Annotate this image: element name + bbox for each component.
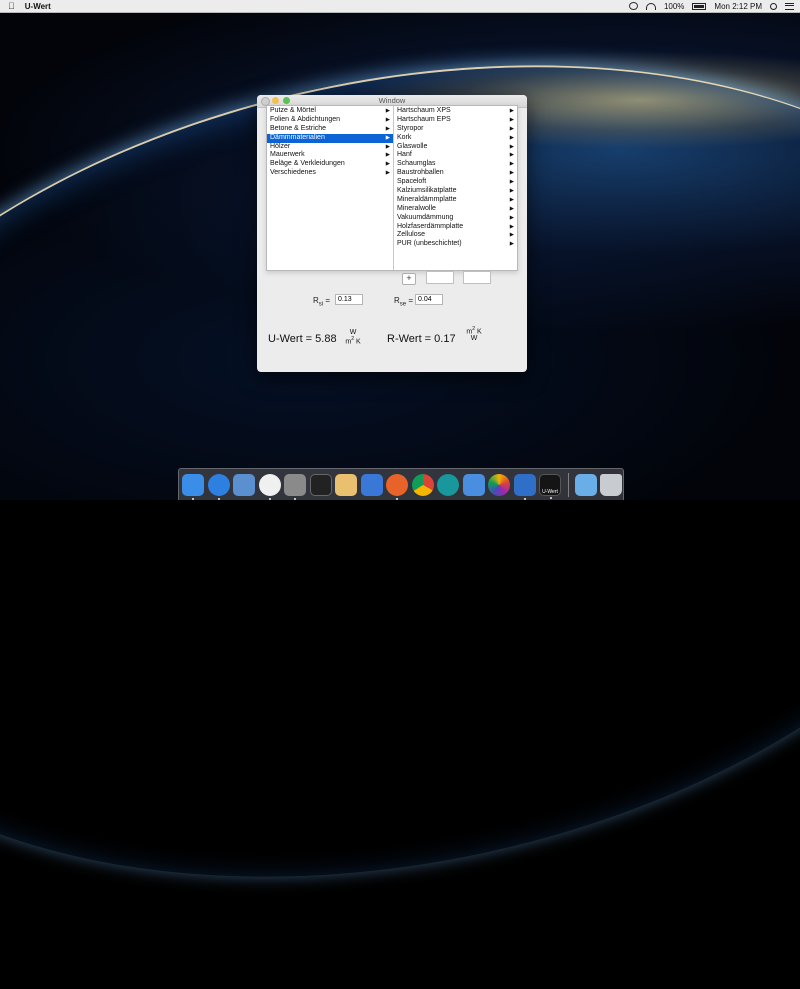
rsi-label: Rsi = — [313, 296, 331, 308]
chevron-right-icon: ▶ — [509, 125, 514, 132]
chevron-right-icon: ▶ — [509, 152, 514, 159]
xcode-icon[interactable] — [513, 473, 536, 500]
menu-bar:  U-Wert 100% Mon 2:12 PM — [0, 0, 800, 13]
category-item[interactable]: Beläge & Verkleidungen ▶ — [267, 160, 393, 169]
material-item[interactable]: Kork ▶ — [394, 134, 517, 143]
layer-lambda-field[interactable] — [463, 271, 491, 284]
chevron-right-icon: ▶ — [385, 134, 390, 141]
notification-center-icon[interactable] — [785, 2, 794, 10]
system-preferences-icon[interactable] — [284, 473, 306, 500]
battery-icon[interactable] — [692, 2, 707, 10]
material-item[interactable]: Mineraldämmplatte ▶ — [394, 196, 517, 205]
safari-icon[interactable] — [207, 473, 230, 500]
chevron-right-icon: ▶ — [385, 108, 390, 114]
category-item[interactable]: Betone & Estriche ▶ — [267, 125, 393, 134]
chrome-icon[interactable] — [411, 473, 434, 496]
material-item[interactable]: PUR (unbeschichtet) ▶ — [394, 240, 517, 249]
material-item[interactable]: Hartschaum EPS ▶ — [394, 116, 517, 125]
chevron-right-icon: ▶ — [385, 116, 390, 123]
material-browser: Putze & Mörtel ▶ Folien & Abdichtungen ▶ B… — [266, 105, 518, 271]
rse-input[interactable] — [415, 294, 443, 305]
chevron-right-icon: ▶ — [385, 170, 390, 177]
u-unit: W m2 K — [345, 329, 361, 346]
rse-label: Rse = — [394, 296, 414, 308]
itunes-icon[interactable] — [258, 473, 281, 500]
finder-icon[interactable] — [182, 473, 204, 500]
chevron-right-icon: ▶ — [509, 241, 514, 248]
chevron-right-icon: ▶ — [509, 179, 514, 186]
material-item[interactable]: Vakuumdämmung ▶ — [394, 214, 517, 223]
spotlight-search-icon[interactable] — [770, 2, 777, 10]
chevron-right-icon: ▶ — [509, 143, 514, 150]
material-item[interactable]: Glaswolle ▶ — [394, 143, 517, 152]
layer-thickness-field[interactable] — [426, 271, 454, 284]
minimize-button[interactable] — [272, 97, 279, 104]
folder-icon[interactable] — [574, 473, 597, 496]
add-layer-button[interactable]: + — [402, 273, 416, 285]
xcode-blueprint-icon[interactable] — [462, 473, 485, 496]
main-window: Window Putze & Mörtel ▶ Folien & Abdichtu… — [257, 95, 527, 372]
material-item[interactable]: Baustrohballen ▶ — [394, 169, 517, 178]
category-item-selected[interactable]: Dämmmaterialien ▶ — [267, 133, 393, 143]
chevron-right-icon: ▶ — [509, 188, 514, 195]
chevron-right-icon: ▶ — [385, 152, 390, 159]
chevron-right-icon: ▶ — [509, 223, 514, 230]
chevron-right-icon: ▶ — [509, 196, 514, 203]
app-menu[interactable]: U-Wert — [25, 2, 51, 11]
material-item[interactable]: Styropor ▶ — [394, 125, 517, 134]
category-item[interactable]: Folien & Abdichtungen ▶ — [267, 116, 393, 125]
firefox-icon[interactable] — [386, 473, 408, 500]
chevron-right-icon: ▶ — [509, 214, 514, 221]
material-item[interactable]: Hanf ▶ — [394, 151, 517, 160]
time-machine-icon[interactable] — [628, 2, 638, 10]
window-title: Window — [378, 96, 406, 105]
material-item[interactable]: Spaceloft ▶ — [394, 178, 517, 187]
r-unit: m2 K W — [466, 326, 482, 343]
arduino-icon[interactable] — [437, 473, 459, 496]
material-item[interactable]: Schaumglas ▶ — [394, 160, 517, 169]
apple-menu-icon[interactable]:  — [8, 1, 15, 11]
u-wert-app-icon[interactable]: U-Wert — [539, 473, 561, 499]
chevron-right-icon: ▶ — [385, 125, 390, 132]
material-column: Hartschaum XPS ▶ Hartschaum EPS ▶ Styropor… — [394, 106, 517, 270]
category-column: Putze & Mörtel ▶ Folien & Abdichtungen ▶ B… — [267, 106, 394, 270]
battery-percent: 100% — [663, 1, 685, 11]
clock[interactable]: Mon 2:12 PM — [714, 2, 762, 11]
u-value: 5.88 — [315, 333, 337, 345]
material-item[interactable]: Kalziumsilikatplatte ▶ — [394, 187, 517, 196]
zoom-button[interactable] — [283, 97, 290, 104]
chevron-right-icon: ▶ — [385, 161, 390, 168]
category-item[interactable]: Mauerwerk ▶ — [267, 151, 393, 160]
script-editor-icon[interactable] — [335, 473, 357, 496]
wifi-icon[interactable] — [645, 2, 656, 10]
dock-separator — [567, 472, 569, 497]
category-item[interactable]: Hölzer ▶ — [267, 143, 393, 152]
chevron-right-icon: ▶ — [509, 170, 514, 177]
u-wert-dock-label: U-Wert — [542, 488, 558, 495]
status-area: 100% Mon 2:12 PM — [628, 1, 794, 11]
photos-icon[interactable] — [488, 473, 510, 496]
r-value-result: R-Wert = 0.17 — [387, 333, 456, 345]
material-item[interactable]: Mineralwolle ▶ — [394, 205, 517, 214]
chevron-right-icon: ▶ — [509, 108, 514, 114]
dock: U-Wert — [178, 468, 624, 500]
chevron-right-icon: ▶ — [385, 143, 390, 150]
keynote-icon[interactable] — [360, 473, 383, 496]
r-value: 0.17 — [434, 333, 456, 345]
category-item[interactable]: Putze & Mörtel ▶ — [267, 107, 393, 116]
chevron-right-icon: ▶ — [509, 161, 514, 168]
activity-monitor-icon[interactable] — [309, 473, 332, 496]
preview-icon[interactable] — [233, 473, 255, 496]
material-item[interactable]: Holzfaserdämmplatte ▶ — [394, 223, 517, 232]
u-value-result: U-Wert = 5.88 — [268, 333, 337, 345]
category-item[interactable]: Verschiedenes ▶ — [267, 169, 393, 178]
rsi-input[interactable] — [335, 294, 363, 305]
chevron-right-icon: ▶ — [509, 232, 514, 239]
material-item[interactable]: Hartschaum XPS ▶ — [394, 107, 517, 116]
chevron-right-icon: ▶ — [509, 116, 514, 123]
trash-icon[interactable] — [600, 473, 622, 496]
chevron-right-icon: ▶ — [509, 134, 514, 141]
material-item[interactable]: Zellulose ▶ — [394, 231, 517, 240]
chevron-right-icon: ▶ — [509, 205, 514, 212]
